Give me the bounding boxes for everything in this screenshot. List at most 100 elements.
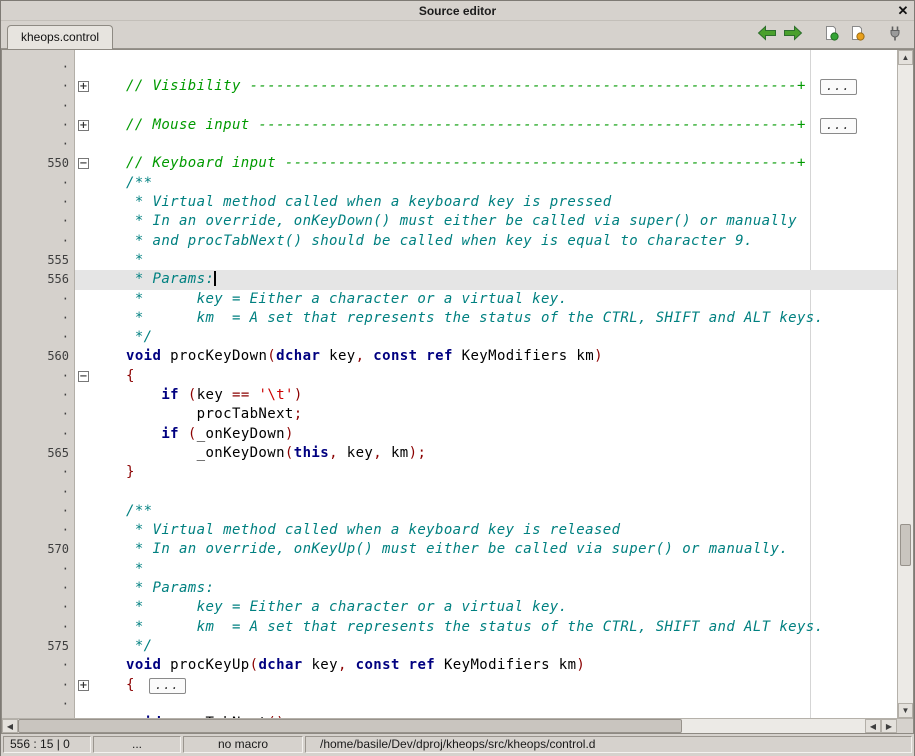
fold-column: + bbox=[74, 676, 94, 695]
vertical-scrollbar[interactable]: ▲ ▼ bbox=[897, 50, 913, 718]
document-orange-button[interactable] bbox=[844, 21, 870, 45]
tab-label: kheops.control bbox=[21, 30, 99, 44]
horizontal-scroll-track[interactable] bbox=[682, 719, 865, 733]
code-line[interactable]: 560void procKeyDown(dchar key, const ref… bbox=[2, 347, 897, 366]
vertical-scroll-track[interactable] bbox=[898, 65, 913, 703]
code-line[interactable]: · if (key == '\t') bbox=[2, 386, 897, 405]
scroll-right-button[interactable]: ▶ bbox=[881, 719, 897, 733]
triangle-right-icon: ▶ bbox=[886, 722, 892, 731]
code-text: * km = A set that represents the status … bbox=[94, 618, 897, 637]
code-line[interactable]: 556 * Params: bbox=[2, 270, 897, 289]
document-green-button[interactable] bbox=[818, 21, 844, 45]
arrow-right-icon bbox=[783, 25, 803, 41]
code-line[interactable]: 570 * In an override, onKeyUp() must eit… bbox=[2, 540, 897, 559]
close-icon[interactable]: ✕ bbox=[892, 1, 914, 21]
code-line[interactable]: · bbox=[2, 58, 897, 77]
code-editor[interactable]: ··+// Visibility -----------------------… bbox=[2, 50, 897, 718]
line-number: 575 bbox=[2, 637, 74, 656]
vertical-scroll-thumb[interactable] bbox=[900, 524, 911, 566]
line-number: · bbox=[2, 135, 74, 154]
code-line[interactable]: ·void procKeyUp(dchar key, const ref Key… bbox=[2, 656, 897, 675]
line-number: · bbox=[2, 386, 74, 405]
horizontal-scrollbar[interactable]: ◀ ◀ ▶ bbox=[2, 719, 897, 733]
fold-collapse-icon[interactable]: − bbox=[78, 158, 89, 169]
fold-column: + bbox=[74, 77, 94, 96]
caret-position: 556 : 15 | 0 bbox=[3, 736, 91, 753]
code-line[interactable]: ·+{... bbox=[2, 676, 897, 695]
code-line[interactable]: · bbox=[2, 695, 897, 714]
code-line[interactable]: 565 _onKeyDown(this, key, km); bbox=[2, 444, 897, 463]
fold-column bbox=[74, 270, 94, 289]
code-line[interactable]: · * Virtual method called when a keyboar… bbox=[2, 521, 897, 540]
fold-column bbox=[74, 463, 94, 482]
scroll-left-button[interactable]: ◀ bbox=[2, 719, 18, 733]
code-line[interactable]: ·+// Mouse input -----------------------… bbox=[2, 116, 897, 135]
code-line[interactable]: · * km = A set that represents the statu… bbox=[2, 618, 897, 637]
code-line[interactable]: · bbox=[2, 97, 897, 116]
code-line[interactable]: · */ bbox=[2, 328, 897, 347]
code-line[interactable]: · procTabNext; bbox=[2, 405, 897, 424]
code-line[interactable]: · * key = Either a character or a virtua… bbox=[2, 290, 897, 309]
code-line[interactable]: 575 */ bbox=[2, 637, 897, 656]
code-line[interactable]: · * key = Either a character or a virtua… bbox=[2, 598, 897, 617]
fold-column bbox=[74, 135, 94, 154]
code-line[interactable]: ·−{ bbox=[2, 367, 897, 386]
triangle-down-icon: ▼ bbox=[902, 706, 910, 715]
fold-ellipsis[interactable]: ... bbox=[149, 678, 186, 694]
code-text: _onKeyDown(this, key, km); bbox=[94, 444, 897, 463]
line-number: 555 bbox=[2, 251, 74, 270]
line-number: · bbox=[2, 290, 74, 309]
code-line[interactable]: 550−// Keyboard input ------------------… bbox=[2, 154, 897, 173]
code-line[interactable]: ·+// Visibility ------------------------… bbox=[2, 77, 897, 96]
fold-expand-icon[interactable]: + bbox=[78, 120, 89, 131]
line-number: · bbox=[2, 328, 74, 347]
tab-kheops-control[interactable]: kheops.control bbox=[7, 25, 113, 49]
fold-column: − bbox=[74, 367, 94, 386]
fold-column bbox=[74, 405, 94, 424]
code-line[interactable]: · bbox=[2, 483, 897, 502]
line-number: · bbox=[2, 97, 74, 116]
tabbar: kheops.control bbox=[1, 21, 914, 49]
code-line[interactable]: · * Virtual method called when a keyboar… bbox=[2, 193, 897, 212]
code-line[interactable]: · bbox=[2, 135, 897, 154]
scroll-left-button-2[interactable]: ◀ bbox=[865, 719, 881, 733]
line-number: · bbox=[2, 560, 74, 579]
code-line[interactable]: 555 * bbox=[2, 251, 897, 270]
code-line[interactable]: · * and procTabNext() should be called w… bbox=[2, 232, 897, 251]
fold-column bbox=[74, 232, 94, 251]
fold-ellipsis[interactable]: ... bbox=[820, 79, 857, 95]
code-line[interactable]: ·} bbox=[2, 463, 897, 482]
horizontal-scroll-thumb[interactable] bbox=[18, 719, 682, 733]
macro-status: no macro bbox=[183, 736, 303, 753]
detach-button[interactable] bbox=[882, 21, 908, 45]
code-line[interactable]: ·/** bbox=[2, 502, 897, 521]
nav-back-button[interactable] bbox=[754, 21, 780, 45]
fold-column bbox=[74, 483, 94, 502]
scroll-up-button[interactable]: ▲ bbox=[898, 50, 913, 65]
status-ellipsis: ... bbox=[93, 736, 181, 753]
code-line[interactable]: · * Params: bbox=[2, 579, 897, 598]
code-text: { bbox=[94, 367, 897, 386]
line-number: · bbox=[2, 714, 74, 718]
line-number: · bbox=[2, 598, 74, 617]
code-line[interactable]: · * km = A set that represents the statu… bbox=[2, 309, 897, 328]
code-line[interactable]: · * bbox=[2, 560, 897, 579]
line-number: · bbox=[2, 193, 74, 212]
code-text: * In an override, onKeyDown() must eithe… bbox=[94, 212, 897, 231]
fold-expand-icon[interactable]: + bbox=[78, 81, 89, 92]
fold-expand-icon[interactable]: + bbox=[78, 680, 89, 691]
fold-collapse-icon[interactable]: − bbox=[78, 371, 89, 382]
code-line[interactable]: · if (_onKeyDown) bbox=[2, 425, 897, 444]
line-number: · bbox=[2, 695, 74, 714]
nav-forward-button[interactable] bbox=[780, 21, 806, 45]
code-line[interactable]: ·/** bbox=[2, 174, 897, 193]
scroll-down-button[interactable]: ▼ bbox=[898, 703, 913, 718]
code-text: */ bbox=[94, 328, 897, 347]
code-line[interactable]: ·void procTabNext() bbox=[2, 714, 897, 718]
window-title: Source editor bbox=[23, 4, 892, 18]
line-number: · bbox=[2, 425, 74, 444]
code-text: * bbox=[94, 251, 897, 270]
code-line[interactable]: · * In an override, onKeyDown() must eit… bbox=[2, 212, 897, 231]
titlebar[interactable]: Source editor ✕ bbox=[1, 1, 914, 21]
fold-ellipsis[interactable]: ... bbox=[820, 118, 857, 134]
